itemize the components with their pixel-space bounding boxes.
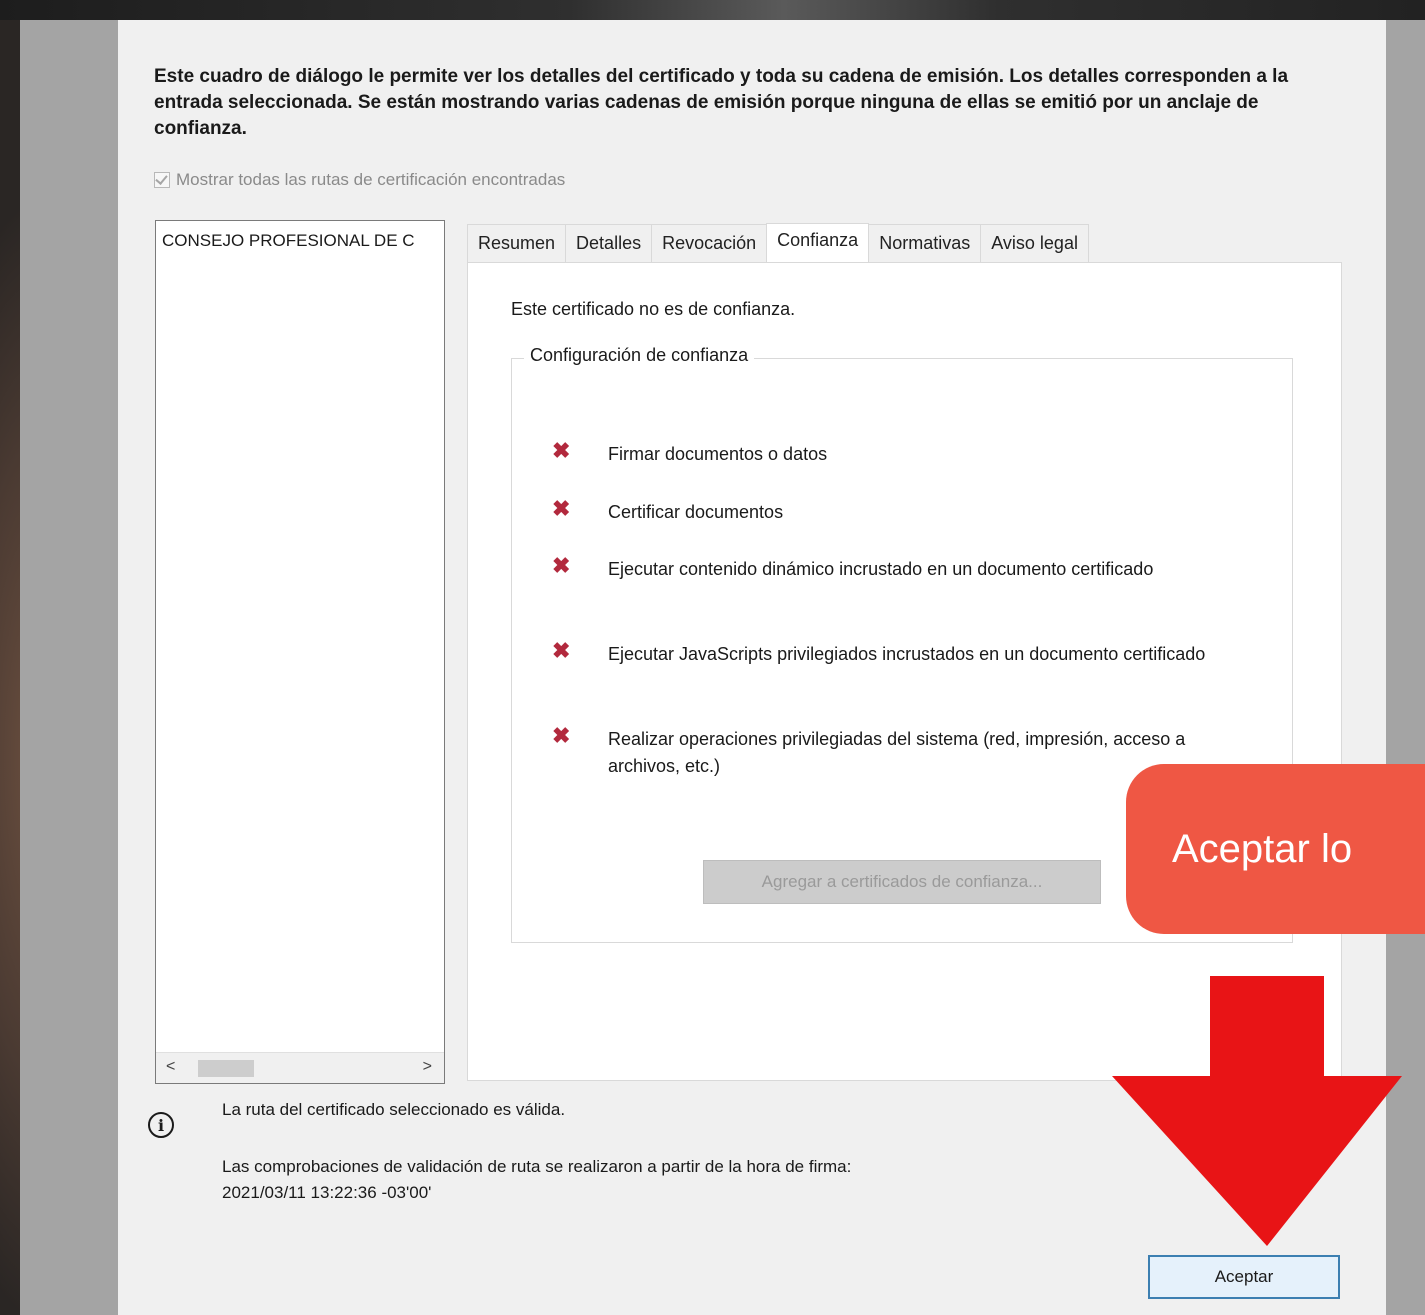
info-icon: i xyxy=(148,1112,174,1138)
red-arrow-down-icon xyxy=(1112,976,1402,1246)
permission-label: Ejecutar JavaScripts privilegiados incru… xyxy=(608,644,1206,664)
deny-x-icon: ✖ xyxy=(552,496,571,521)
arrow-shape xyxy=(1112,976,1402,1246)
certificate-chain-list[interactable]: CONSEJO PROFESIONAL DE C < > xyxy=(155,220,445,1084)
tab-detalles[interactable]: Detalles xyxy=(565,224,653,262)
scroll-right-icon[interactable]: > xyxy=(423,1058,432,1076)
tab-resumen[interactable]: Resumen xyxy=(467,224,567,262)
permission-item: ✖ Ejecutar JavaScripts privilegiados inc… xyxy=(552,638,1228,668)
permission-label: Certificar documentos xyxy=(608,502,784,522)
scroll-left-icon[interactable]: < xyxy=(166,1058,175,1076)
deny-x-icon: ✖ xyxy=(552,723,571,748)
horizontal-scrollbar[interactable]: < > xyxy=(156,1052,444,1083)
show-all-paths-checkbox[interactable]: Mostrar todas las rutas de certificación… xyxy=(154,170,565,190)
dialog-intro-text: Este cuadro de diálogo le permite ver lo… xyxy=(154,66,1289,139)
trust-tab-panel: Este certificado no es de confianza. Con… xyxy=(467,262,1342,1081)
show-all-paths-label: Mostrar todas las rutas de certificación… xyxy=(176,170,566,189)
permission-label: Firmar documentos o datos xyxy=(608,444,828,464)
tab-normativas[interactable]: Normativas xyxy=(868,224,982,262)
tab-revocacion[interactable]: Revocación xyxy=(651,224,768,262)
permission-item: ✖ Ejecutar contenido dinámico incrustado… xyxy=(552,553,1188,583)
deny-x-icon: ✖ xyxy=(552,638,571,663)
permission-item: ✖ Realizar operaciones privilegiadas del… xyxy=(552,723,1208,780)
deny-x-icon: ✖ xyxy=(552,553,571,578)
trust-settings-title: Configuración de confianza xyxy=(524,345,755,366)
validation-check-line: Las comprobaciones de validación de ruta… xyxy=(222,1157,852,1176)
validation-check-text: Las comprobaciones de validación de ruta… xyxy=(222,1154,851,1206)
callout-banner: Aceptar lo xyxy=(1126,764,1425,934)
path-valid-text: La ruta del certificado seleccionado es … xyxy=(222,1100,566,1119)
trust-status-text: Este certificado no es de confianza. xyxy=(511,299,796,319)
chain-list-item[interactable]: CONSEJO PROFESIONAL DE C xyxy=(156,221,444,251)
checkbox-checked-icon xyxy=(154,172,170,188)
parent-window-left xyxy=(20,20,119,1315)
scroll-thumb[interactable] xyxy=(198,1060,254,1077)
validation-check-timestamp: 2021/03/11 13:22:36 -03'00' xyxy=(222,1183,432,1202)
permission-label: Ejecutar contenido dinámico incrustado e… xyxy=(608,559,1154,579)
add-to-trusted-button: Agregar a certificados de confianza... xyxy=(703,860,1101,904)
tab-confianza[interactable]: Confianza xyxy=(766,223,870,263)
tab-aviso-legal[interactable]: Aviso legal xyxy=(980,224,1089,262)
tab-bar: Resumen Detalles Revocación Confianza No… xyxy=(467,223,1089,263)
permission-item: ✖ Firmar documentos o datos xyxy=(552,438,1228,468)
top-window-strip xyxy=(0,0,1425,20)
deny-x-icon: ✖ xyxy=(552,438,571,463)
permission-item: ✖ Certificar documentos xyxy=(552,496,1228,526)
permission-label: Realizar operaciones privilegiadas del s… xyxy=(608,729,1186,776)
aceptar-button[interactable]: Aceptar xyxy=(1148,1255,1340,1299)
